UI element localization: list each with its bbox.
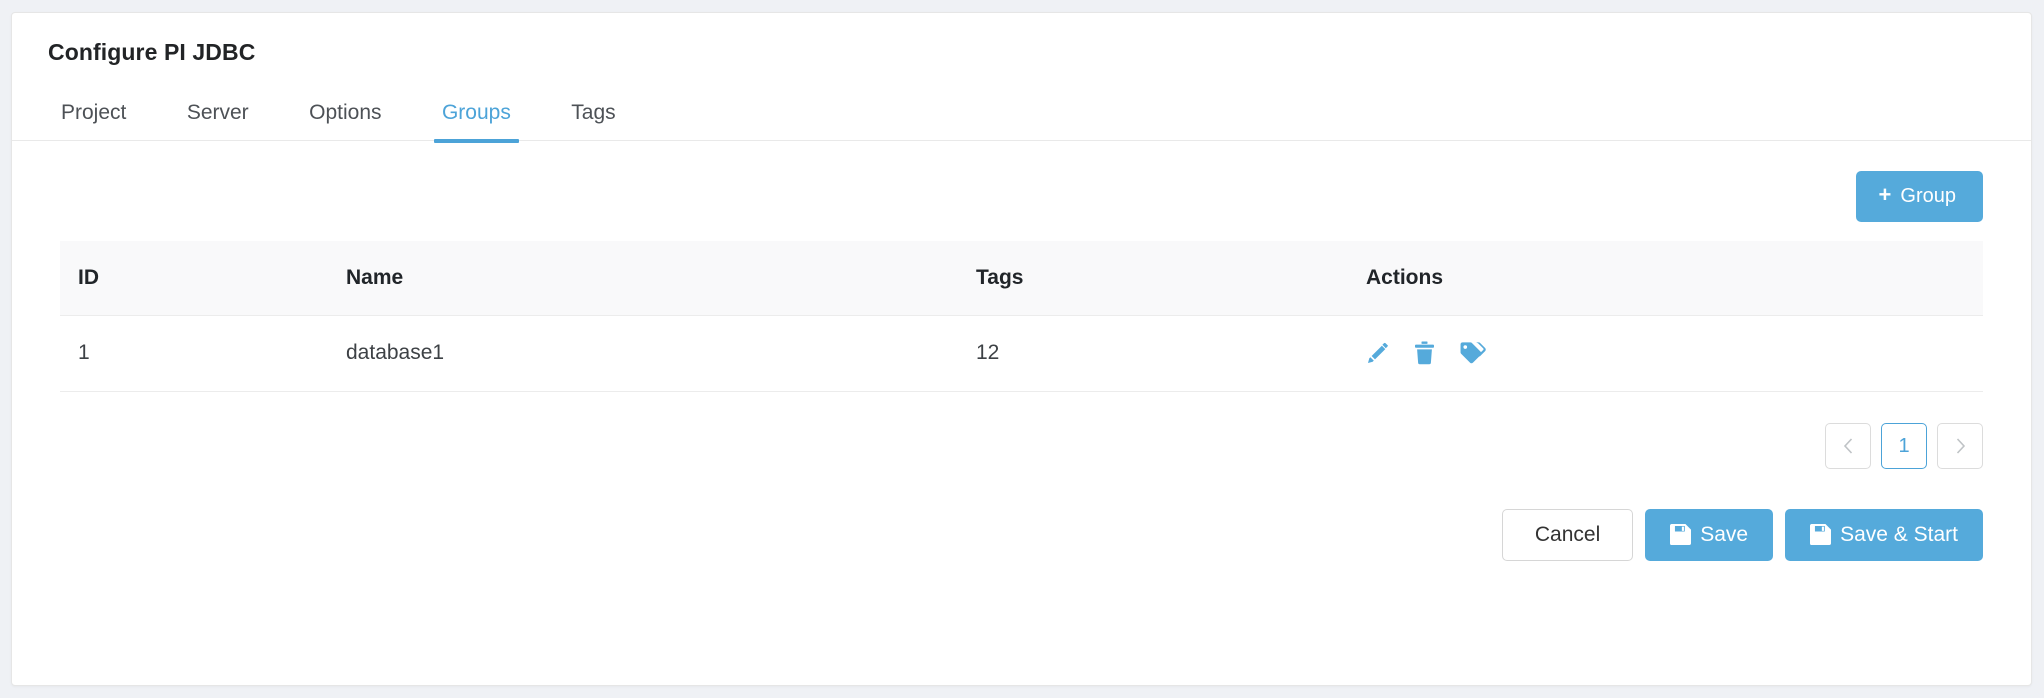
page-title: Configure PI JDBC bbox=[48, 39, 256, 65]
cell-name: database1 bbox=[346, 315, 976, 393]
save-button[interactable]: Save bbox=[1645, 509, 1774, 562]
tags-icon[interactable] bbox=[1459, 341, 1486, 365]
delete-trash-icon[interactable] bbox=[1414, 341, 1435, 365]
pagination-prev-button[interactable] bbox=[1825, 423, 1871, 470]
save-button-label: Save bbox=[1700, 523, 1749, 547]
add-group-button[interactable]: + Group bbox=[1855, 170, 1983, 222]
add-group-button-label: Group bbox=[1900, 184, 1956, 207]
tab-options[interactable]: Options bbox=[281, 89, 409, 143]
column-header-id: ID bbox=[60, 240, 346, 316]
cell-tags: 12 bbox=[976, 315, 1366, 393]
table-toolbar: + Group bbox=[60, 141, 1983, 241]
pagination-next-button[interactable] bbox=[1937, 423, 1983, 470]
column-header-tags: Tags bbox=[976, 240, 1366, 316]
cell-id: 1 bbox=[60, 315, 346, 393]
floppy-disk-icon bbox=[1670, 524, 1692, 546]
tab-bar: Project Server Options Groups Tags bbox=[12, 88, 2031, 143]
save-and-start-button[interactable]: Save & Start bbox=[1785, 509, 1983, 562]
tab-tags[interactable]: Tags bbox=[543, 89, 643, 143]
table-row: 1 database1 12 bbox=[60, 315, 1983, 393]
tab-server[interactable]: Server bbox=[159, 89, 277, 143]
card-header: Configure PI JDBC bbox=[12, 13, 2031, 67]
groups-table-header: ID Name Tags Actions bbox=[60, 240, 1983, 316]
chevron-right-icon bbox=[1954, 437, 1967, 455]
cell-actions bbox=[1366, 315, 1983, 393]
groups-table: ID Name Tags Actions 1 database1 12 bbox=[60, 240, 1983, 393]
tab-groups[interactable]: Groups bbox=[414, 89, 539, 143]
table-header-row: ID Name Tags Actions bbox=[60, 240, 1983, 316]
column-header-actions: Actions bbox=[1366, 240, 1983, 316]
column-header-name: Name bbox=[346, 240, 976, 316]
plus-icon: + bbox=[1878, 181, 1892, 207]
dialog-footer: Cancel Save Save & Start bbox=[60, 469, 1983, 562]
card-body: + Group ID Name Tags Actions 1 database1… bbox=[12, 141, 2031, 562]
edit-pencil-icon[interactable] bbox=[1366, 341, 1390, 365]
pagination-row: 1 bbox=[60, 392, 1983, 470]
groups-table-body: 1 database1 12 bbox=[60, 315, 1983, 393]
chevron-left-icon bbox=[1842, 437, 1855, 455]
pagination-page-1[interactable]: 1 bbox=[1881, 423, 1927, 470]
cancel-button[interactable]: Cancel bbox=[1501, 509, 1634, 562]
configure-dialog-card: Configure PI JDBC Project Server Options… bbox=[11, 12, 2032, 686]
pagination: 1 bbox=[1825, 423, 1983, 470]
floppy-disk-icon bbox=[1810, 524, 1832, 546]
tab-project[interactable]: Project bbox=[33, 89, 154, 143]
save-and-start-button-label: Save & Start bbox=[1840, 523, 1958, 547]
